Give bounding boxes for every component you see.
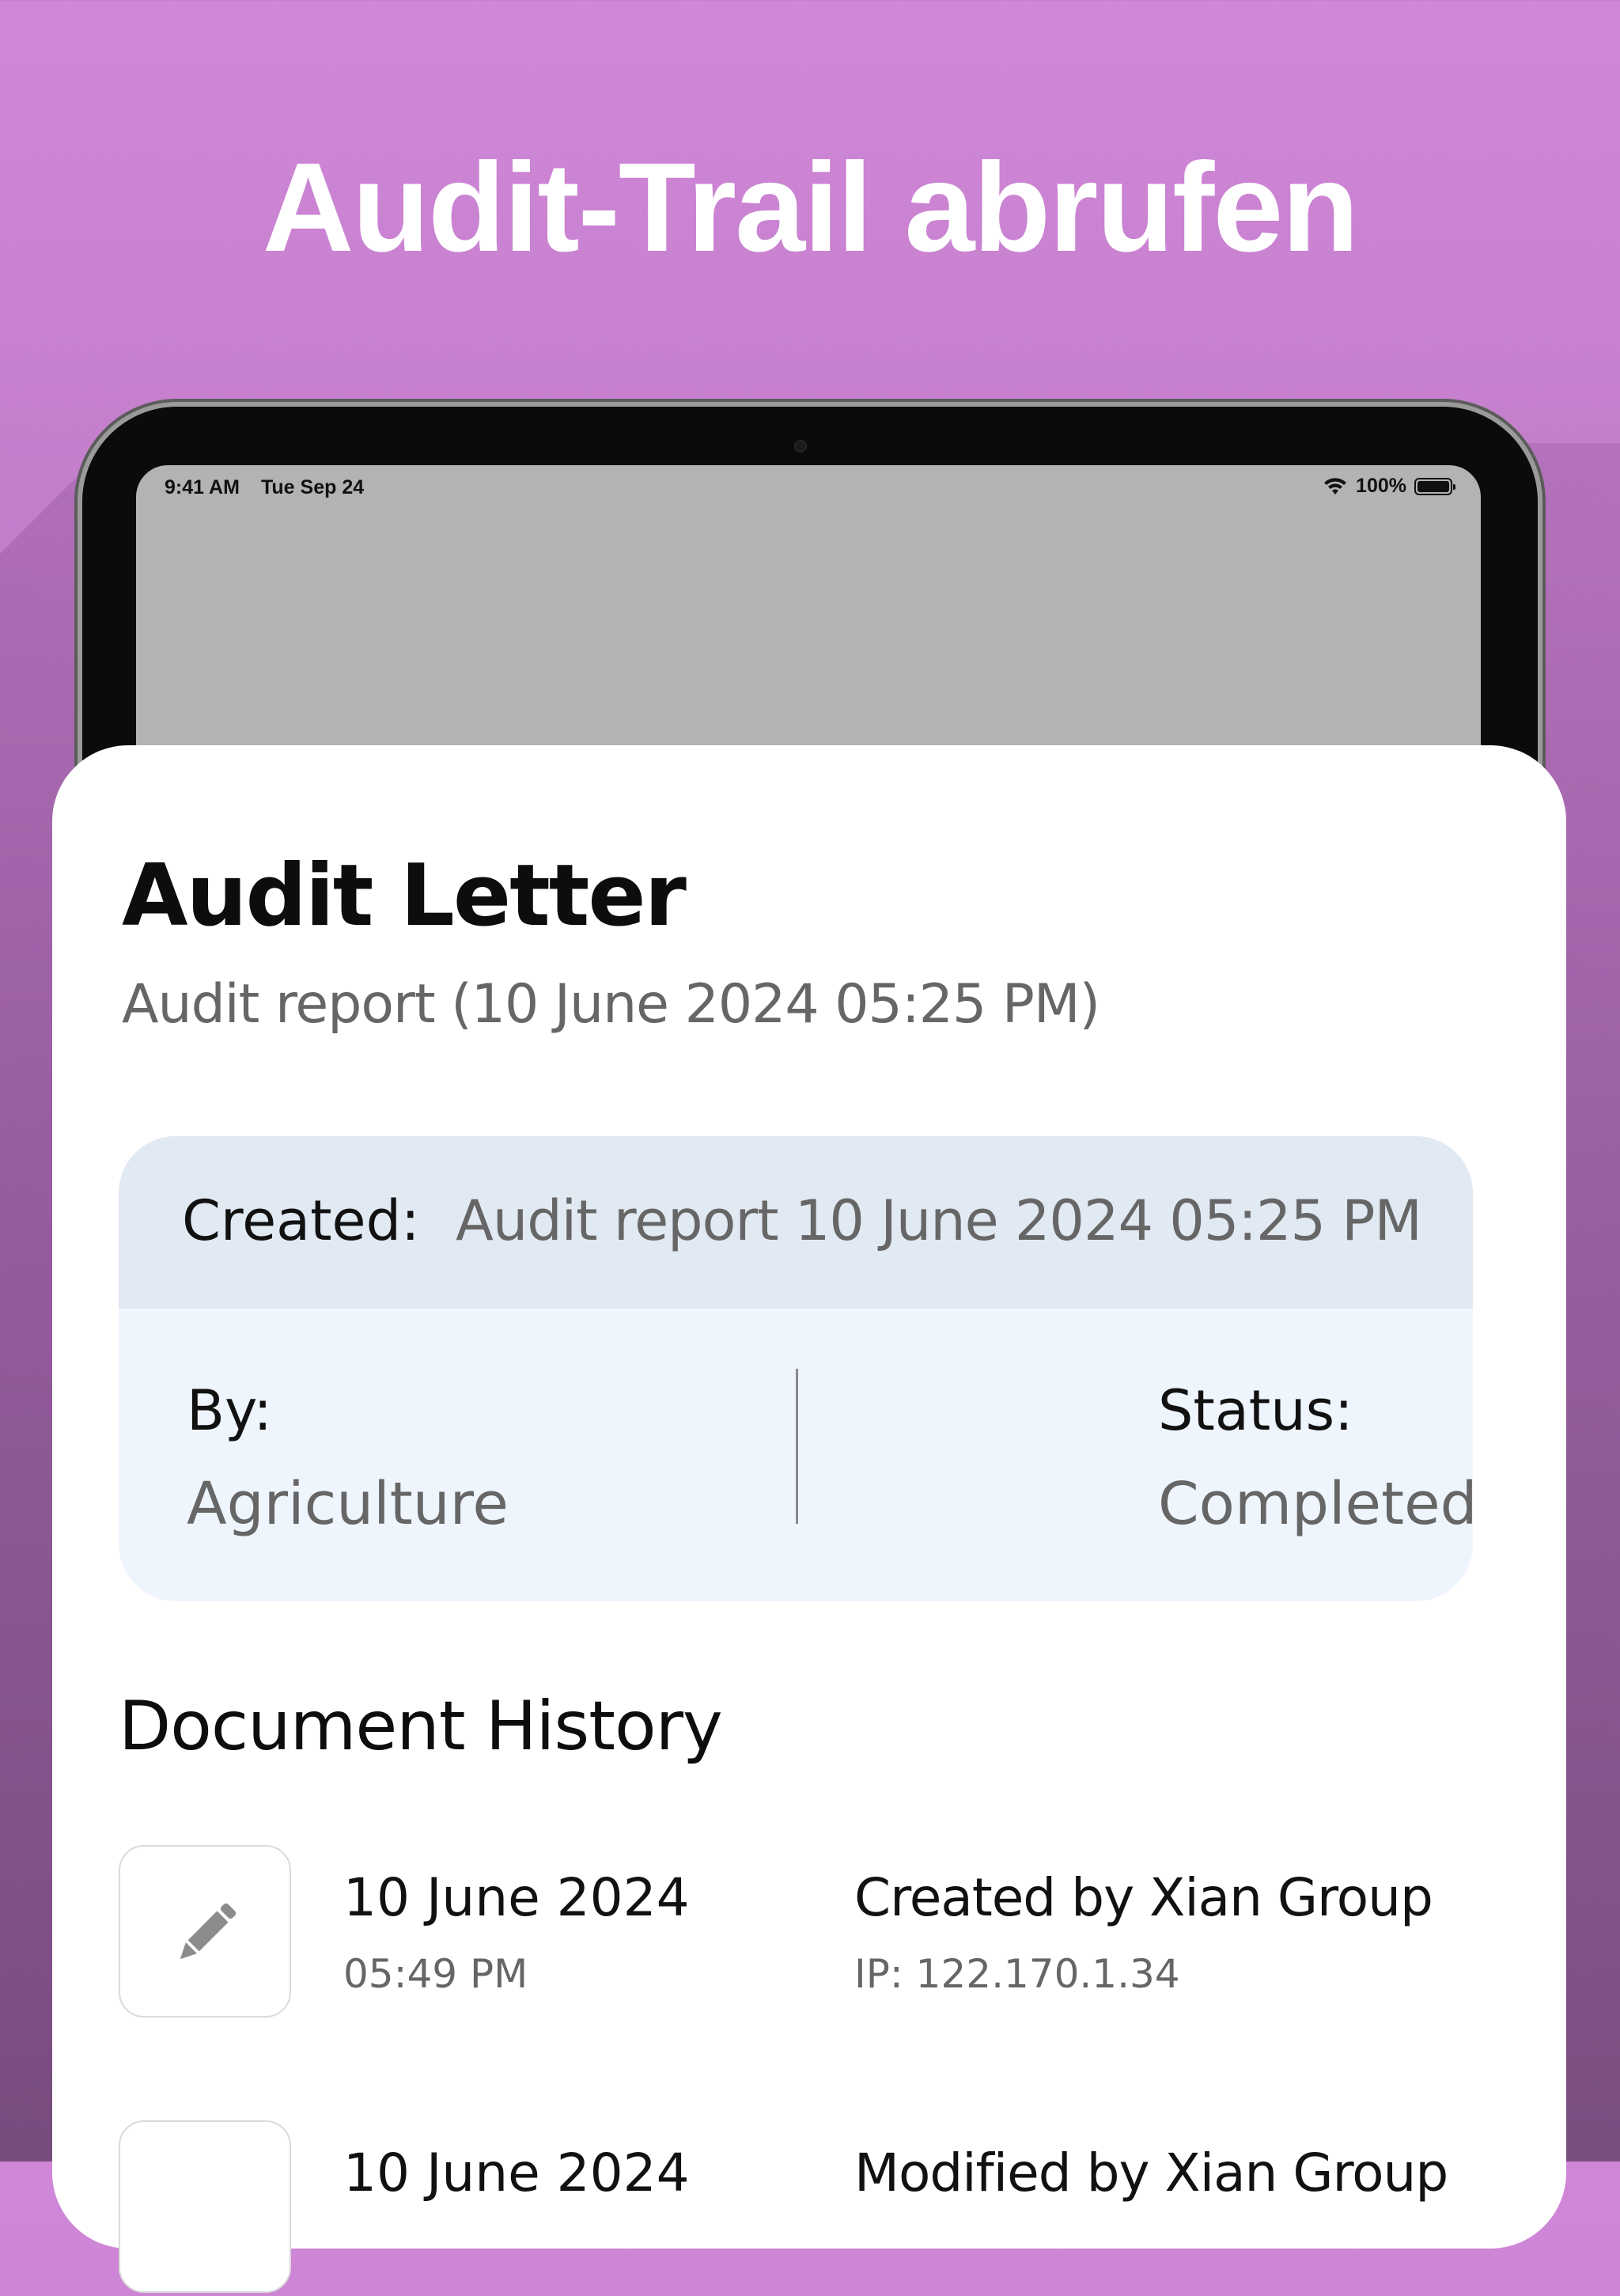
status-date: Tue Sep 24 [261, 476, 365, 498]
history-action: Created by Xian Group [854, 1867, 1433, 1928]
history-date: 10 June 2024 [343, 1867, 690, 1928]
status-label: Status: [1158, 1378, 1353, 1443]
created-label: Created: [182, 1188, 420, 1253]
history-item-icon-box [119, 1845, 291, 2018]
audit-info-panel: Created: Audit report 10 June 2024 05:25… [119, 1136, 1473, 1601]
battery-icon [1414, 477, 1455, 495]
status-bar: 9:41 AM Tue Sep 24 100% [136, 465, 1481, 513]
document-history-title: Document History [119, 1687, 723, 1766]
front-camera [794, 440, 807, 453]
status-time: 9:41 AM [165, 476, 240, 498]
info-divider [796, 1369, 798, 1524]
history-date: 10 June 2024 [343, 2143, 690, 2203]
by-value: Agriculture [187, 1470, 509, 1538]
history-ip: IP: 122.170.1.34 [854, 1951, 1180, 1997]
history-item[interactable]: 10 June 2024 Modified by Xian Group [119, 2120, 1495, 2296]
created-value: Audit report 10 June 2024 05:25 PM [456, 1188, 1422, 1253]
wifi-icon [1324, 477, 1347, 494]
history-item[interactable]: 10 June 2024 05:49 PM Created by Xian Gr… [119, 1845, 1495, 2021]
history-item-icon-box [119, 2120, 291, 2293]
document-title: Audit Letter [122, 847, 687, 945]
audit-detail-card: Audit Letter Audit report (10 June 2024 … [52, 745, 1566, 2293]
status-value: Completed [1158, 1470, 1473, 1538]
status-right-group: 100% [1323, 475, 1455, 498]
document-subtitle: Audit report (10 June 2024 05:25 PM) [122, 973, 1100, 1036]
history-time: 05:49 PM [343, 1951, 528, 1997]
created-row: Created: Audit report 10 June 2024 05:25… [119, 1136, 1473, 1309]
pencil-icon [180, 1903, 237, 1960]
history-action: Modified by Xian Group [854, 2143, 1448, 2203]
by-label: By: [187, 1378, 272, 1443]
battery-percent: 100% [1356, 475, 1406, 497]
headline: Audit-Trail abrufen [262, 136, 1359, 278]
